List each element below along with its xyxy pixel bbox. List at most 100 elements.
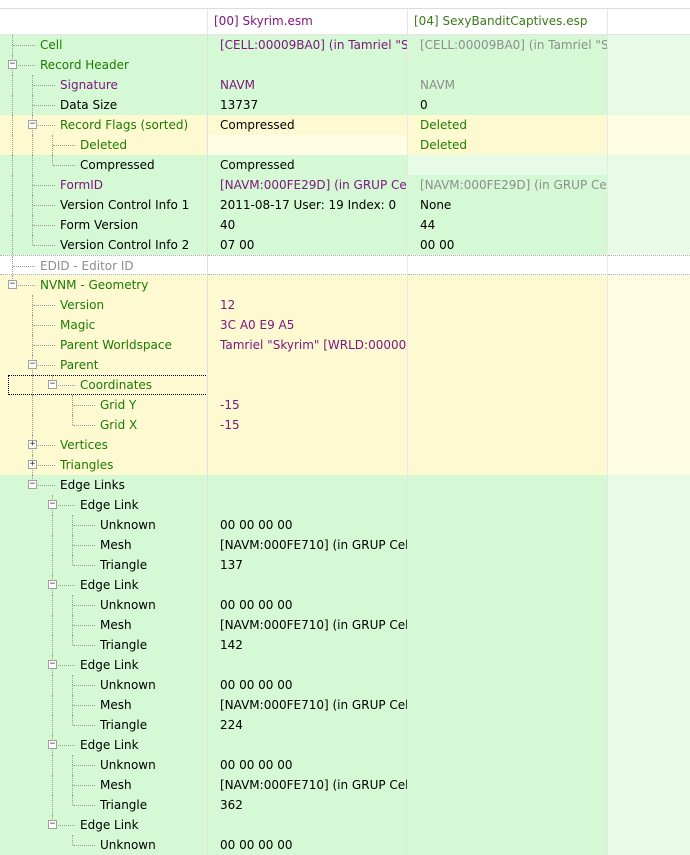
row-name-cell[interactable]: Version Control Info 1 [0,195,208,215]
row-name-cell[interactable]: Unknown [0,515,208,535]
value-cell-sexybanditcaptives-esp[interactable] [408,715,608,735]
value-cell-skyrim-esm[interactable]: Tamriel "Skyrim" [WRLD:0000003... [208,335,408,355]
value-cell-skyrim-esm[interactable]: 07 00 [208,235,408,255]
collapse-icon[interactable]: − [28,120,37,129]
value-cell-sexybanditcaptives-esp[interactable] [408,835,608,855]
row-name-cell[interactable]: Form Version [0,215,208,235]
collapse-icon[interactable]: − [48,500,57,509]
tree-row[interactable]: Mesh [NAVM:000FE710] (in GRUP Cell ... [0,615,690,635]
row-name-cell[interactable]: EDID - Editor ID [0,255,208,275]
row-name-cell[interactable]: FormID [0,175,208,195]
value-cell-skyrim-esm[interactable]: [CELL:00009BA0] (in Tamriel "Sky... [208,35,408,55]
column-header-skyrim-esm[interactable]: [00] Skyrim.esm [208,9,408,34]
tree-row[interactable]: FormID [NAVM:000FE29D] (in GRUP Cell ...[… [0,175,690,195]
value-cell-skyrim-esm[interactable]: 00 00 00 00 [208,675,408,695]
tree-row[interactable]: Data Size 13737 0 [0,95,690,115]
value-cell-skyrim-esm[interactable]: 142 [208,635,408,655]
value-cell-skyrim-esm[interactable]: [NAVM:000FE710] (in GRUP Cell ... [208,615,408,635]
tree-row[interactable]: − NVNM - Geometry [0,275,690,295]
row-name-cell[interactable]: Mesh [0,535,208,555]
tree-row[interactable]: − Edge Link [0,655,690,675]
tree-row[interactable]: Triangle 137 [0,555,690,575]
value-cell-sexybanditcaptives-esp[interactable]: Deleted [408,115,608,135]
value-cell-sexybanditcaptives-esp[interactable] [408,295,608,315]
tree-row[interactable]: Triangle 224 [0,715,690,735]
value-cell-skyrim-esm[interactable]: 00 00 00 00 [208,515,408,535]
value-cell-sexybanditcaptives-esp[interactable] [408,575,608,595]
value-cell-skyrim-esm[interactable]: [NAVM:000FE710] (in GRUP Cell ... [208,695,408,715]
value-cell-skyrim-esm[interactable]: Compressed [208,155,408,175]
row-name-cell[interactable]: Mesh [0,775,208,795]
row-name-cell[interactable]: − Edge Link [0,735,208,755]
value-cell-sexybanditcaptives-esp[interactable] [408,55,608,75]
value-cell-sexybanditcaptives-esp[interactable]: [NAVM:000FE29D] (in GRUP Cell ... [408,175,608,195]
tree-row[interactable]: − Parent [0,355,690,375]
tree-row[interactable]: − Edge Links [0,475,690,495]
row-name-cell[interactable]: Deleted [0,135,208,155]
row-name-cell[interactable]: Version Control Info 2 [0,235,208,255]
row-name-cell[interactable]: Version [0,295,208,315]
value-cell-skyrim-esm[interactable] [208,135,408,155]
value-cell-sexybanditcaptives-esp[interactable] [408,815,608,835]
value-cell-skyrim-esm[interactable]: -15 [208,395,408,415]
value-cell-sexybanditcaptives-esp[interactable] [408,555,608,575]
row-name-cell[interactable]: Signature [0,75,208,95]
value-cell-sexybanditcaptives-esp[interactable] [408,775,608,795]
row-name-cell[interactable]: − NVNM - Geometry [0,275,208,295]
tree-row[interactable]: Grid X -15 [0,415,690,435]
value-cell-sexybanditcaptives-esp[interactable] [408,395,608,415]
value-cell-skyrim-esm[interactable]: 362 [208,795,408,815]
tree-row[interactable]: − Coordinates [0,375,690,395]
row-name-cell[interactable]: Triangle [0,635,208,655]
column-header-name[interactable] [0,9,208,34]
collapse-icon[interactable]: − [48,660,57,669]
row-name-cell[interactable]: − Edge Link [0,495,208,515]
tree-row[interactable]: + Vertices [0,435,690,455]
row-name-cell[interactable]: Triangle [0,555,208,575]
expand-icon[interactable]: + [28,460,37,469]
collapse-icon[interactable]: − [8,280,17,289]
value-cell-sexybanditcaptives-esp[interactable] [408,615,608,635]
value-cell-skyrim-esm[interactable] [208,255,408,275]
value-cell-sexybanditcaptives-esp[interactable] [408,495,608,515]
tree-row[interactable]: Grid Y -15 [0,395,690,415]
value-cell-skyrim-esm[interactable]: [NAVM:000FE710] (in GRUP Cell ... [208,775,408,795]
value-cell-skyrim-esm[interactable]: 3C A0 E9 A5 [208,315,408,335]
row-name-cell[interactable]: − Parent [0,355,208,375]
tree-row[interactable]: − Edge Link [0,575,690,595]
value-cell-skyrim-esm[interactable] [208,375,408,395]
column-header-sexybanditcaptives-esp[interactable]: [04] SexyBanditCaptives.esp [408,9,608,34]
tree-row[interactable]: − Edge Link [0,495,690,515]
expand-icon[interactable]: + [28,440,37,449]
row-name-cell[interactable]: Compressed [0,155,208,175]
value-cell-sexybanditcaptives-esp[interactable]: 0 [408,95,608,115]
tree-row[interactable]: Triangle 362 [0,795,690,815]
row-name-cell[interactable]: − Edge Link [0,575,208,595]
tree-row[interactable]: Unknown 00 00 00 00 [0,835,690,855]
value-cell-sexybanditcaptives-esp[interactable]: [CELL:00009BA0] (in Tamriel "Sky... [408,35,608,55]
value-cell-skyrim-esm[interactable] [208,575,408,595]
tree-row[interactable]: Triangle 142 [0,635,690,655]
value-cell-sexybanditcaptives-esp[interactable] [408,755,608,775]
tree-row[interactable]: Magic 3C A0 E9 A5 [0,315,690,335]
row-name-cell[interactable]: Grid X [0,415,208,435]
value-cell-skyrim-esm[interactable]: [NAVM:000FE710] (in GRUP Cell ... [208,535,408,555]
row-name-cell[interactable]: Cell [0,35,208,55]
tree-row[interactable]: Compressed Compressed [0,155,690,175]
value-cell-sexybanditcaptives-esp[interactable] [408,455,608,475]
value-cell-sexybanditcaptives-esp[interactable]: 44 [408,215,608,235]
value-cell-sexybanditcaptives-esp[interactable] [408,535,608,555]
value-cell-sexybanditcaptives-esp[interactable] [408,635,608,655]
tree-row[interactable]: EDID - Editor ID [0,255,690,275]
value-cell-skyrim-esm[interactable]: 40 [208,215,408,235]
tree-row[interactable]: Deleted Deleted [0,135,690,155]
value-cell-skyrim-esm[interactable]: [NAVM:000FE29D] (in GRUP Cell ... [208,175,408,195]
row-name-cell[interactable]: − Edge Link [0,815,208,835]
collapse-icon[interactable]: − [8,60,17,69]
tree-row[interactable]: Unknown 00 00 00 00 [0,595,690,615]
value-cell-skyrim-esm[interactable] [208,435,408,455]
tree-row[interactable]: Mesh [NAVM:000FE710] (in GRUP Cell ... [0,775,690,795]
value-cell-sexybanditcaptives-esp[interactable] [408,375,608,395]
value-cell-skyrim-esm[interactable] [208,815,408,835]
row-name-cell[interactable]: + Triangles [0,455,208,475]
